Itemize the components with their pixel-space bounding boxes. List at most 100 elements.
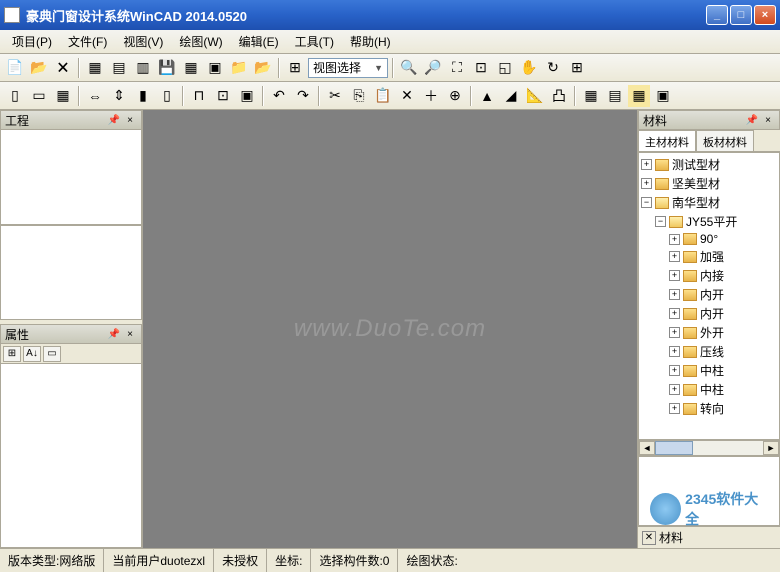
tree-hscrollbar[interactable]: ◄ ► xyxy=(638,440,780,456)
minimize-button[interactable]: _ xyxy=(706,5,728,25)
menu-project[interactable]: 项目(P) xyxy=(6,31,58,52)
expand-icon[interactable]: + xyxy=(669,384,680,395)
close-panel-icon[interactable]: × xyxy=(123,327,137,341)
project-panel-upper[interactable] xyxy=(0,130,142,225)
grid-toggle-icon[interactable]: ⊞ xyxy=(566,57,588,79)
expand-icon[interactable]: + xyxy=(669,289,680,300)
target-icon[interactable]: ⊕ xyxy=(444,85,466,107)
menu-help[interactable]: 帮助(H) xyxy=(344,31,397,52)
folder-icon xyxy=(683,346,697,358)
tab-main-material[interactable]: 主材材料 xyxy=(638,130,696,151)
folder-icon xyxy=(655,178,669,190)
expand-icon[interactable]: + xyxy=(669,403,680,414)
dim4-icon[interactable]: 凸 xyxy=(548,85,570,107)
tree-node: +内开 xyxy=(641,304,777,323)
material-bottom-tab[interactable]: ✕ 材料 xyxy=(638,526,780,548)
grid1-icon[interactable]: ▦ xyxy=(84,57,106,79)
material-tree[interactable]: +测试型材 +坚美型材 −南华型材 −JY55平开 +90° +加强 +内接 +… xyxy=(638,152,780,440)
property-grid[interactable] xyxy=(1,364,141,547)
folder2-icon[interactable]: 📂 xyxy=(252,57,274,79)
layout4-icon[interactable]: ▣ xyxy=(652,85,674,107)
scroll-right-icon[interactable]: ► xyxy=(763,441,779,455)
column2-icon[interactable]: ▯ xyxy=(156,85,178,107)
collapse-icon[interactable]: − xyxy=(655,216,666,227)
zoom-fit-icon[interactable]: ⛶ xyxy=(446,57,468,79)
expand-icon[interactable]: + xyxy=(669,270,680,281)
dim3-icon[interactable]: 📐 xyxy=(524,85,546,107)
close-button[interactable]: × xyxy=(754,5,776,25)
window-icon[interactable]: ⊞ xyxy=(284,57,306,79)
tab-board-material[interactable]: 板材材料 xyxy=(696,130,754,151)
zoom-in-icon[interactable]: 🔍 xyxy=(398,57,420,79)
redo-icon[interactable]: ↷ xyxy=(292,85,314,107)
split-icon[interactable]: ▦ xyxy=(52,85,74,107)
expand-icon[interactable]: + xyxy=(669,327,680,338)
split-h-icon[interactable]: ▭ xyxy=(28,85,50,107)
layout2-icon[interactable]: ▤ xyxy=(604,85,626,107)
layout3-icon[interactable]: ▦ xyxy=(628,85,650,107)
pin-icon[interactable]: 📌 xyxy=(107,113,121,127)
mirror-v-icon[interactable]: ⇕ xyxy=(108,85,130,107)
save-icon[interactable]: 💾 xyxy=(156,57,178,79)
project-panel-lower[interactable] xyxy=(0,225,142,320)
split-v-icon[interactable]: ▯ xyxy=(4,85,26,107)
expand-icon[interactable]: + xyxy=(669,308,680,319)
cut-icon[interactable]: ✂ xyxy=(324,85,346,107)
dim2-icon[interactable]: ◢ xyxy=(500,85,522,107)
del-icon[interactable]: ✕ xyxy=(396,85,418,107)
window2-icon[interactable]: ⊡ xyxy=(212,85,234,107)
collapse-icon[interactable]: − xyxy=(641,197,652,208)
new-icon[interactable]: 📄 xyxy=(4,57,26,79)
column-icon[interactable]: ▮ xyxy=(132,85,154,107)
add-icon[interactable]: ＋ xyxy=(420,85,442,107)
menu-view[interactable]: 视图(V) xyxy=(117,31,169,52)
expand-icon[interactable]: + xyxy=(669,251,680,262)
menu-file[interactable]: 文件(F) xyxy=(62,31,113,52)
dim-icon[interactable]: ▲ xyxy=(476,85,498,107)
zoom-all-icon[interactable]: ◱ xyxy=(494,57,516,79)
scroll-thumb[interactable] xyxy=(655,441,693,455)
close-panel-icon[interactable]: × xyxy=(123,113,137,127)
expand-icon[interactable]: + xyxy=(669,365,680,376)
zoom-out-icon[interactable]: 🔎 xyxy=(422,57,444,79)
expand-icon[interactable]: + xyxy=(669,346,680,357)
folder-icon[interactable]: 📁 xyxy=(228,57,250,79)
property-panel-title: 属性 xyxy=(5,326,105,343)
separator xyxy=(470,86,472,106)
menu-tools[interactable]: 工具(T) xyxy=(289,31,340,52)
drawing-canvas[interactable]: www.DuoTe.com xyxy=(143,110,637,548)
menu-edit[interactable]: 编辑(E) xyxy=(233,31,285,52)
close-panel-icon[interactable]: × xyxy=(761,113,775,127)
open-icon[interactable]: 📂 xyxy=(28,57,50,79)
folder-icon xyxy=(655,159,669,171)
refresh-icon[interactable]: ↻ xyxy=(542,57,564,79)
sash-icon[interactable]: ▣ xyxy=(236,85,258,107)
prop-sort-icon[interactable]: A↓ xyxy=(23,346,41,362)
expand-icon[interactable]: + xyxy=(641,159,652,170)
prop-categorize-icon[interactable]: ⊞ xyxy=(3,346,21,362)
paste-icon[interactable]: 📋 xyxy=(372,85,394,107)
grid4-icon[interactable]: ▦ xyxy=(180,57,202,79)
copy-icon[interactable]: ⎘ xyxy=(348,85,370,107)
delete-icon[interactable]: 🗙 xyxy=(52,57,74,79)
status-coord: 坐标: xyxy=(267,549,311,572)
door-icon[interactable]: ⊓ xyxy=(188,85,210,107)
scroll-track[interactable] xyxy=(655,441,763,455)
pin-icon[interactable]: 📌 xyxy=(745,113,759,127)
zoom-window-icon[interactable]: ⊡ xyxy=(470,57,492,79)
expand-icon[interactable]: + xyxy=(669,234,680,245)
pin-icon[interactable]: 📌 xyxy=(107,327,121,341)
mirror-h-icon[interactable]: ⇔ xyxy=(84,85,106,107)
undo-icon[interactable]: ↶ xyxy=(268,85,290,107)
pan-icon[interactable]: ✋ xyxy=(518,57,540,79)
maximize-button[interactable]: □ xyxy=(730,5,752,25)
scroll-left-icon[interactable]: ◄ xyxy=(639,441,655,455)
grid2-icon[interactable]: ▤ xyxy=(108,57,130,79)
layout1-icon[interactable]: ▦ xyxy=(580,85,602,107)
view-select-combo[interactable]: 视图选择 ▼ xyxy=(308,58,388,78)
grid5-icon[interactable]: ▣ xyxy=(204,57,226,79)
grid3-icon[interactable]: ▥ xyxy=(132,57,154,79)
expand-icon[interactable]: + xyxy=(641,178,652,189)
prop-page-icon[interactable]: ▭ xyxy=(43,346,61,362)
menu-draw[interactable]: 绘图(W) xyxy=(173,31,228,52)
